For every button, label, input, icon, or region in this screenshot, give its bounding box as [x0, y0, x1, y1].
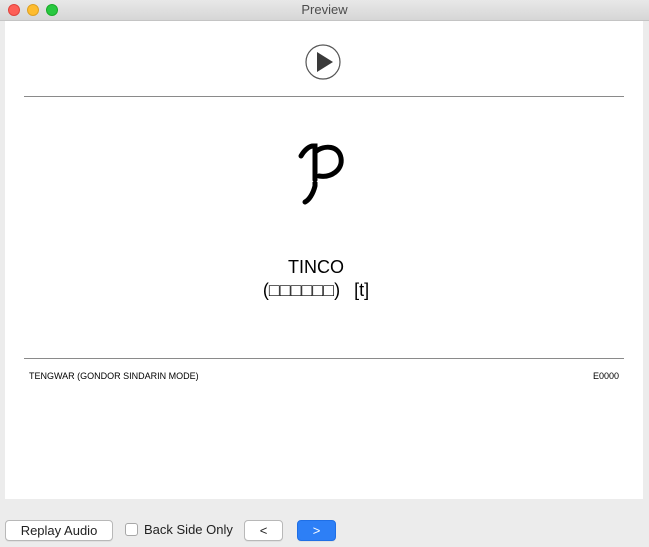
- unrendered-text: □□□□□□: [268, 280, 335, 300]
- card-divider-top: [24, 96, 624, 97]
- play-circle-icon[interactable]: [305, 44, 341, 80]
- letter-name: TINCO: [288, 257, 344, 277]
- paren-close: ): [334, 280, 341, 300]
- title-bar: Preview: [0, 0, 649, 21]
- replay-audio-button[interactable]: Replay Audio: [5, 520, 113, 541]
- transliteration-line: (□□□□□□) [t]: [5, 280, 627, 301]
- deck-name: TENGWAR (GONDOR SINDARIN MODE): [29, 371, 199, 381]
- card-preview: TINCO (□□□□□□) [t] TENGWAR (GONDOR SINDAR…: [5, 21, 643, 499]
- bottom-toolbar: Replay Audio Back Side Only < >: [0, 500, 649, 547]
- window-title: Preview: [301, 2, 348, 17]
- back-side-only-checkbox[interactable]: [125, 523, 138, 536]
- tengwar-tinco-glyph: [298, 143, 344, 205]
- card-id: E0000: [592, 371, 619, 381]
- previous-card-button[interactable]: <: [244, 520, 283, 541]
- card-divider-bottom: [24, 358, 624, 359]
- back-side-only-label[interactable]: Back Side Only: [144, 522, 233, 538]
- next-card-button[interactable]: >: [297, 520, 336, 541]
- sound-value: [t]: [354, 280, 370, 300]
